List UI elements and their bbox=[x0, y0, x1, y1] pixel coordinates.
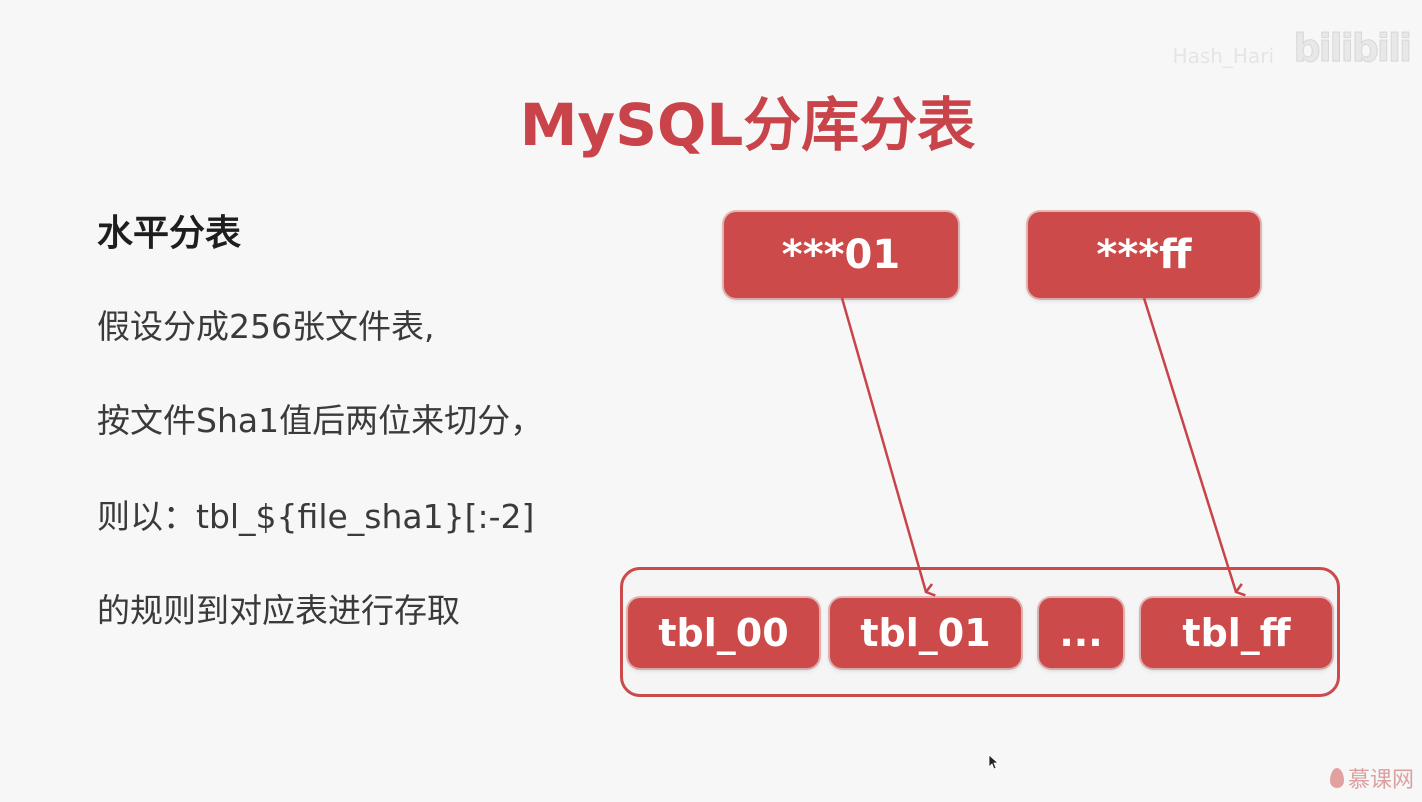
mapping-arrows bbox=[840, 297, 1246, 597]
imooc-watermark-text: 慕课网 bbox=[1347, 768, 1414, 793]
flame-icon bbox=[1329, 768, 1344, 788]
mouse-cursor-icon bbox=[988, 754, 1000, 770]
arrow-01-to-tbl01 bbox=[840, 297, 936, 597]
imooc-watermark: 慕课网 bbox=[1329, 762, 1414, 794]
arrow-ff-to-tblff bbox=[1142, 297, 1246, 597]
